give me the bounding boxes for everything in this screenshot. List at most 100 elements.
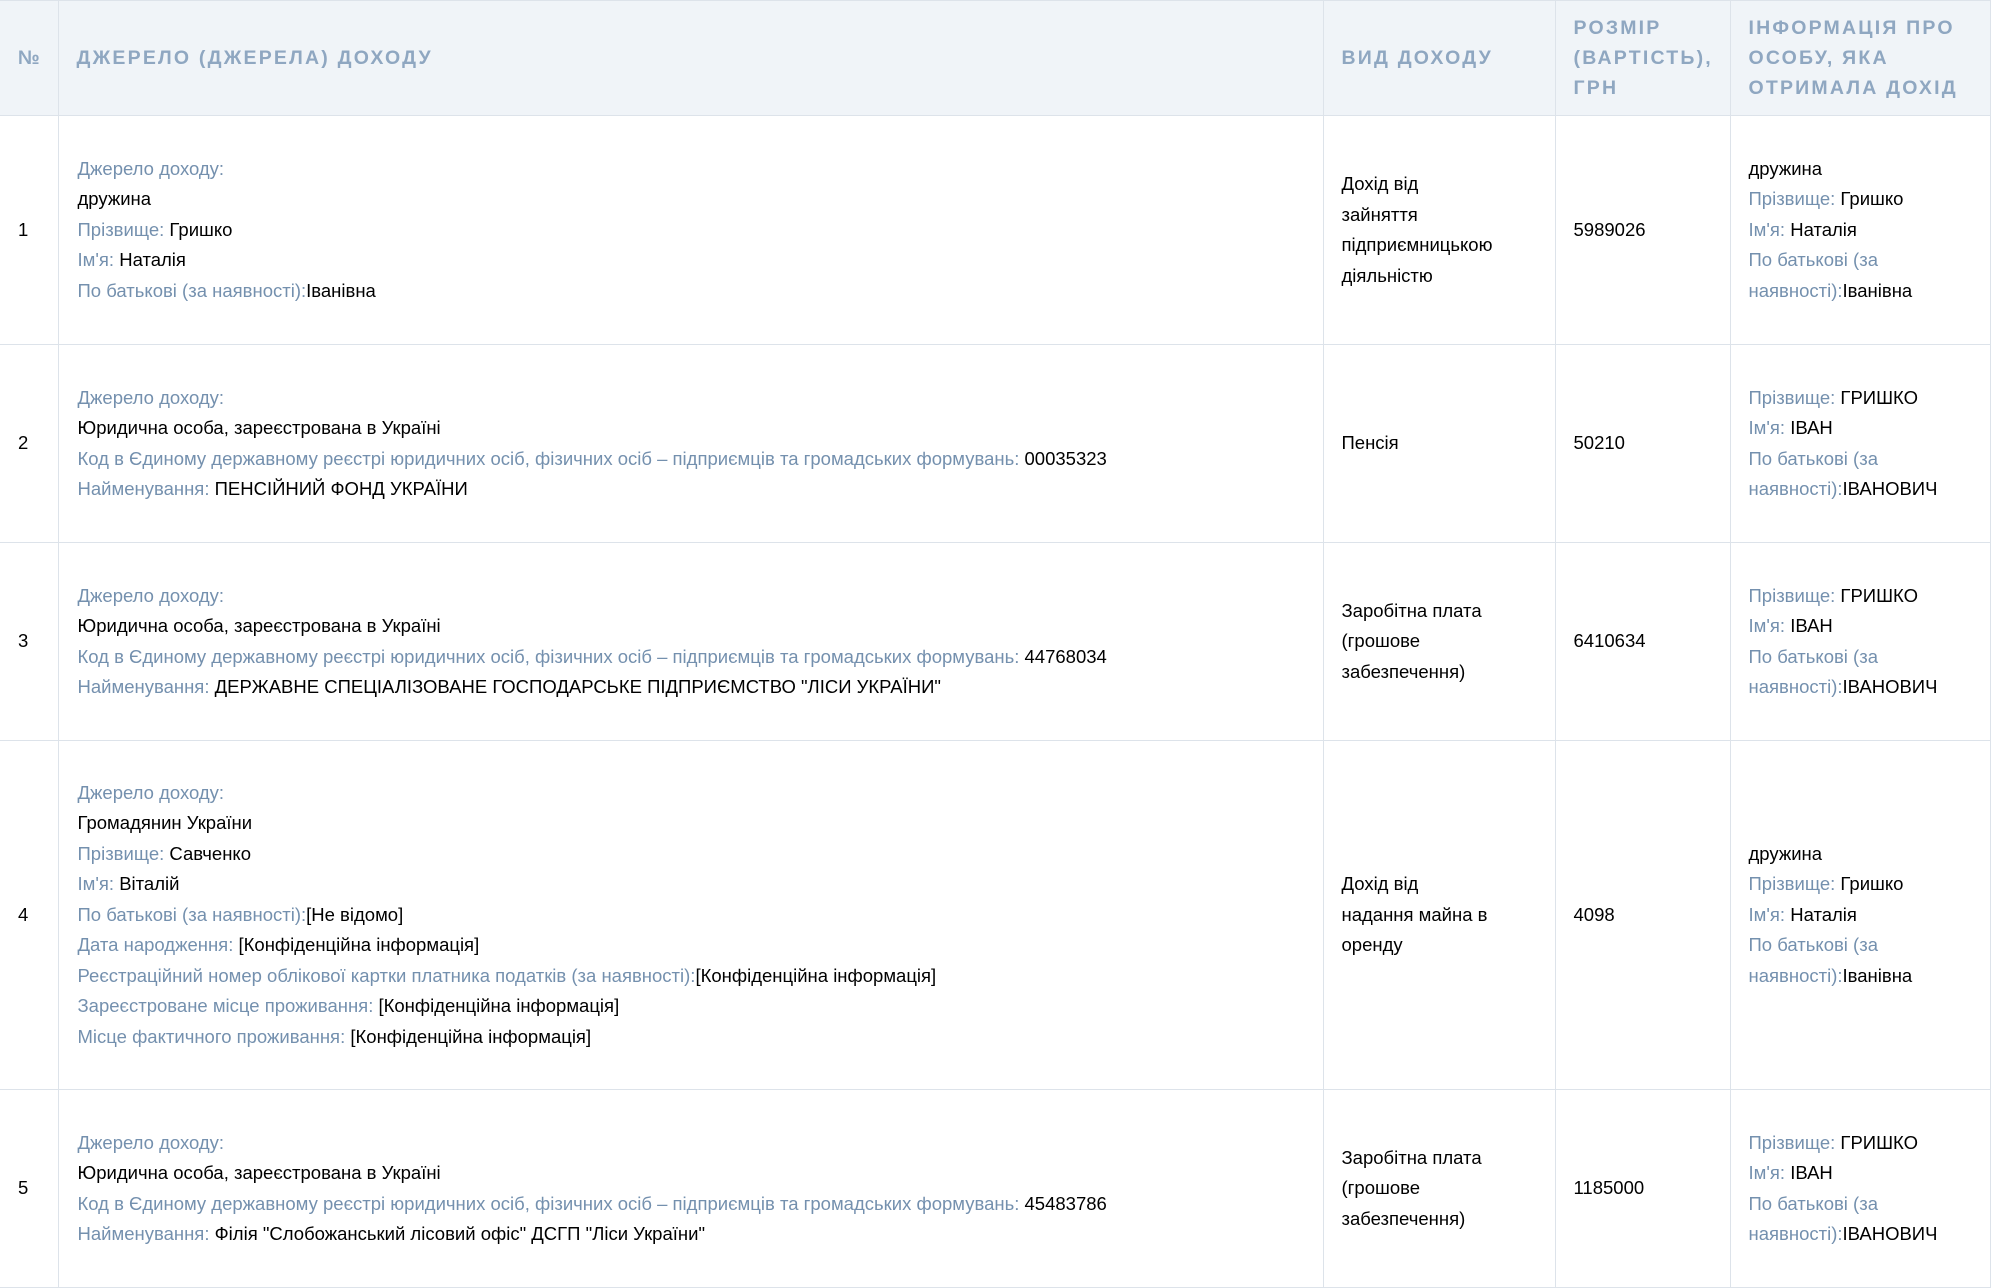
row-number: 2 — [0, 344, 59, 543]
surname-label: Прізвище: — [1748, 386, 1841, 408]
source-label: Джерело доходу: — [77, 781, 225, 803]
source-kind: Юридична особа, зареєстрована в Україні — [77, 615, 441, 636]
surname-value: Савченко — [169, 842, 252, 864]
org-name-value: ПЕНСІЙНИЙ ФОНД УКРАЇНИ — [214, 478, 468, 499]
patronymic-value: Іванівна — [1842, 964, 1913, 986]
surname-value: Гришко — [1840, 873, 1904, 895]
recipient-relation: дружина — [1748, 157, 1823, 179]
patronymic-label: наявності): — [1748, 1223, 1843, 1244]
income-type-line: забезпечення) — [1341, 660, 1466, 682]
patronymic-label: наявності): — [1748, 676, 1843, 697]
patronymic-label: По батькові (за — [1748, 1192, 1879, 1214]
amount-cell: 50210 — [1554, 344, 1731, 543]
table-row: 2 Джерело доходу: Юридична особа, зареєс… — [0, 344, 1991, 543]
recipient-cell: дружина Прізвище: Гришко Ім'я: Наталія П… — [1729, 115, 1991, 345]
recipient-cell: Прізвище: ГРИШКО Ім'я: ІВАН По батькові … — [1729, 1089, 1991, 1288]
header-amount: РОЗМІР (ВАРТІСТЬ), ГРН — [1554, 0, 1731, 116]
source-kind: дружина — [77, 188, 152, 210]
income-type-line: зайняття — [1341, 203, 1418, 225]
table-row: 3 Джерело доходу: Юридична особа, зареєс… — [0, 542, 1991, 741]
surname-value: ГРИШКО — [1840, 386, 1918, 408]
patronymic-value: Іванівна — [1842, 279, 1913, 301]
source-kind: Юридична особа, зареєстрована в Україні — [77, 417, 441, 438]
name-value: Наталія — [1790, 218, 1857, 240]
row-number: 3 — [0, 542, 59, 741]
surname-label: Прізвище: — [1748, 1131, 1841, 1153]
edr-code-label: Код в Єдиному державному реєстрі юридичн… — [77, 645, 1025, 667]
row-number: 5 — [0, 1089, 59, 1288]
income-source-cell: Джерело доходу: Юридична особа, зареєстр… — [57, 542, 1324, 741]
source-label: Джерело доходу: — [77, 584, 225, 606]
surname-label: Прізвище: — [1748, 188, 1841, 210]
income-type-line: Заробітна плата — [1341, 1146, 1482, 1168]
patronymic-value: ІВАНОВИЧ — [1842, 676, 1938, 697]
table-row: 4 Джерело доходу: Громадянин України Прі… — [0, 740, 1991, 1090]
edr-code-value: 44768034 — [1024, 645, 1107, 667]
income-type-line: оренду — [1341, 934, 1403, 956]
patronymic-value: Іванівна — [306, 279, 376, 301]
table-row: 1 Джерело доходу: дружина Прізвище: Гриш… — [0, 115, 1991, 345]
name-label: Ім'я: — [1748, 218, 1791, 240]
income-type-line: надання майна в — [1341, 903, 1488, 925]
income-type-line: Дохід від — [1341, 173, 1419, 194]
surname-value: Гришко — [1840, 188, 1904, 210]
amount-cell: 6410634 — [1554, 542, 1731, 741]
name-value: ІВАН — [1790, 615, 1833, 636]
patronymic-label: наявності): — [1748, 964, 1843, 986]
source-label: Джерело доходу: — [77, 157, 225, 179]
patronymic-label: По батькові (за наявності): — [77, 279, 307, 301]
header-income-source: ДЖЕРЕЛО (ДЖЕРЕЛА) ДОХОДУ — [57, 0, 1324, 116]
edr-code-label: Код в Єдиному державному реєстрі юридичн… — [77, 447, 1025, 469]
recipient-cell: Прізвище: ГРИШКО Ім'я: ІВАН По батькові … — [1729, 542, 1991, 741]
income-table: № ДЖЕРЕЛО (ДЖЕРЕЛА) ДОХОДУ ВИД ДОХОДУ РО… — [0, 0, 1991, 1288]
income-type-line: (грошове — [1341, 1177, 1421, 1199]
surname-value: ГРИШКО — [1840, 584, 1918, 606]
patronymic-value: ІВАНОВИЧ — [1842, 1223, 1938, 1244]
income-type-line: підприємницькою — [1341, 234, 1493, 255]
surname-value: Гришко — [169, 218, 233, 240]
income-type-cell: Заробітна плата (грошове забезпечення) — [1322, 542, 1556, 741]
name-label: Ім'я: — [1748, 903, 1791, 925]
birth-date-label: Дата народження: — [77, 934, 239, 956]
recipient-cell: Прізвище: ГРИШКО Ім'я: ІВАН По батькові … — [1729, 344, 1991, 543]
header-number: № — [0, 0, 59, 116]
income-type-line: забезпечення) — [1341, 1207, 1466, 1229]
org-name-value: Філія "Слобожанський лісовий офіс" ДСГП … — [214, 1223, 706, 1244]
table-row: 5 Джерело доходу: Юридична особа, зареєс… — [0, 1089, 1991, 1288]
tax-number-value: [Конфіденційна інформація] — [695, 964, 937, 986]
edr-code-value: 45483786 — [1024, 1192, 1107, 1214]
registered-address-value: [Конфіденційна інформація] — [378, 995, 620, 1017]
amount-cell: 5989026 — [1554, 115, 1731, 345]
patronymic-label: наявності): — [1748, 279, 1843, 301]
name-label: Ім'я: — [1748, 615, 1791, 636]
edr-code-value: 00035323 — [1024, 447, 1107, 469]
income-type-line: Дохід від — [1341, 873, 1419, 895]
birth-date-value: [Конфіденційна інформація] — [238, 934, 480, 956]
edr-code-label: Код в Єдиному державному реєстрі юридичн… — [77, 1192, 1025, 1214]
income-type-line: Пенсія — [1341, 432, 1399, 454]
income-source-cell: Джерело доходу: дружина Прізвище: Гришко… — [57, 115, 1324, 345]
patronymic-label: По батькові (за — [1748, 934, 1879, 956]
name-label: Ім'я: — [77, 873, 120, 895]
row-number: 1 — [0, 115, 59, 345]
patronymic-label: По батькові (за — [1748, 447, 1879, 469]
name-label: Ім'я: — [1748, 1162, 1791, 1183]
name-label: Ім'я: — [77, 249, 120, 271]
income-type-cell: Дохід від надання майна в оренду — [1322, 740, 1556, 1090]
recipient-relation: дружина — [1748, 842, 1823, 864]
income-type-cell: Пенсія — [1322, 344, 1556, 543]
patronymic-label: По батькові (за — [1748, 645, 1879, 667]
surname-value: ГРИШКО — [1840, 1131, 1918, 1153]
patronymic-value: [Не відомо] — [306, 903, 404, 925]
amount-cell: 4098 — [1554, 740, 1731, 1090]
income-source-cell: Джерело доходу: Юридична особа, зареєстр… — [57, 1089, 1324, 1288]
recipient-cell: дружина Прізвище: Гришко Ім'я: Наталія П… — [1729, 740, 1991, 1090]
header-income-type: ВИД ДОХОДУ — [1322, 0, 1556, 116]
name-value: ІВАН — [1790, 1162, 1833, 1183]
surname-label: Прізвище: — [77, 842, 170, 864]
income-type-line: (грошове — [1341, 630, 1421, 652]
surname-label: Прізвище: — [1748, 873, 1841, 895]
patronymic-label: наявності): — [1748, 478, 1843, 499]
source-kind: Юридична особа, зареєстрована в Україні — [77, 1162, 441, 1183]
income-type-cell: Дохід від зайняття підприємницькою діяль… — [1322, 115, 1556, 345]
